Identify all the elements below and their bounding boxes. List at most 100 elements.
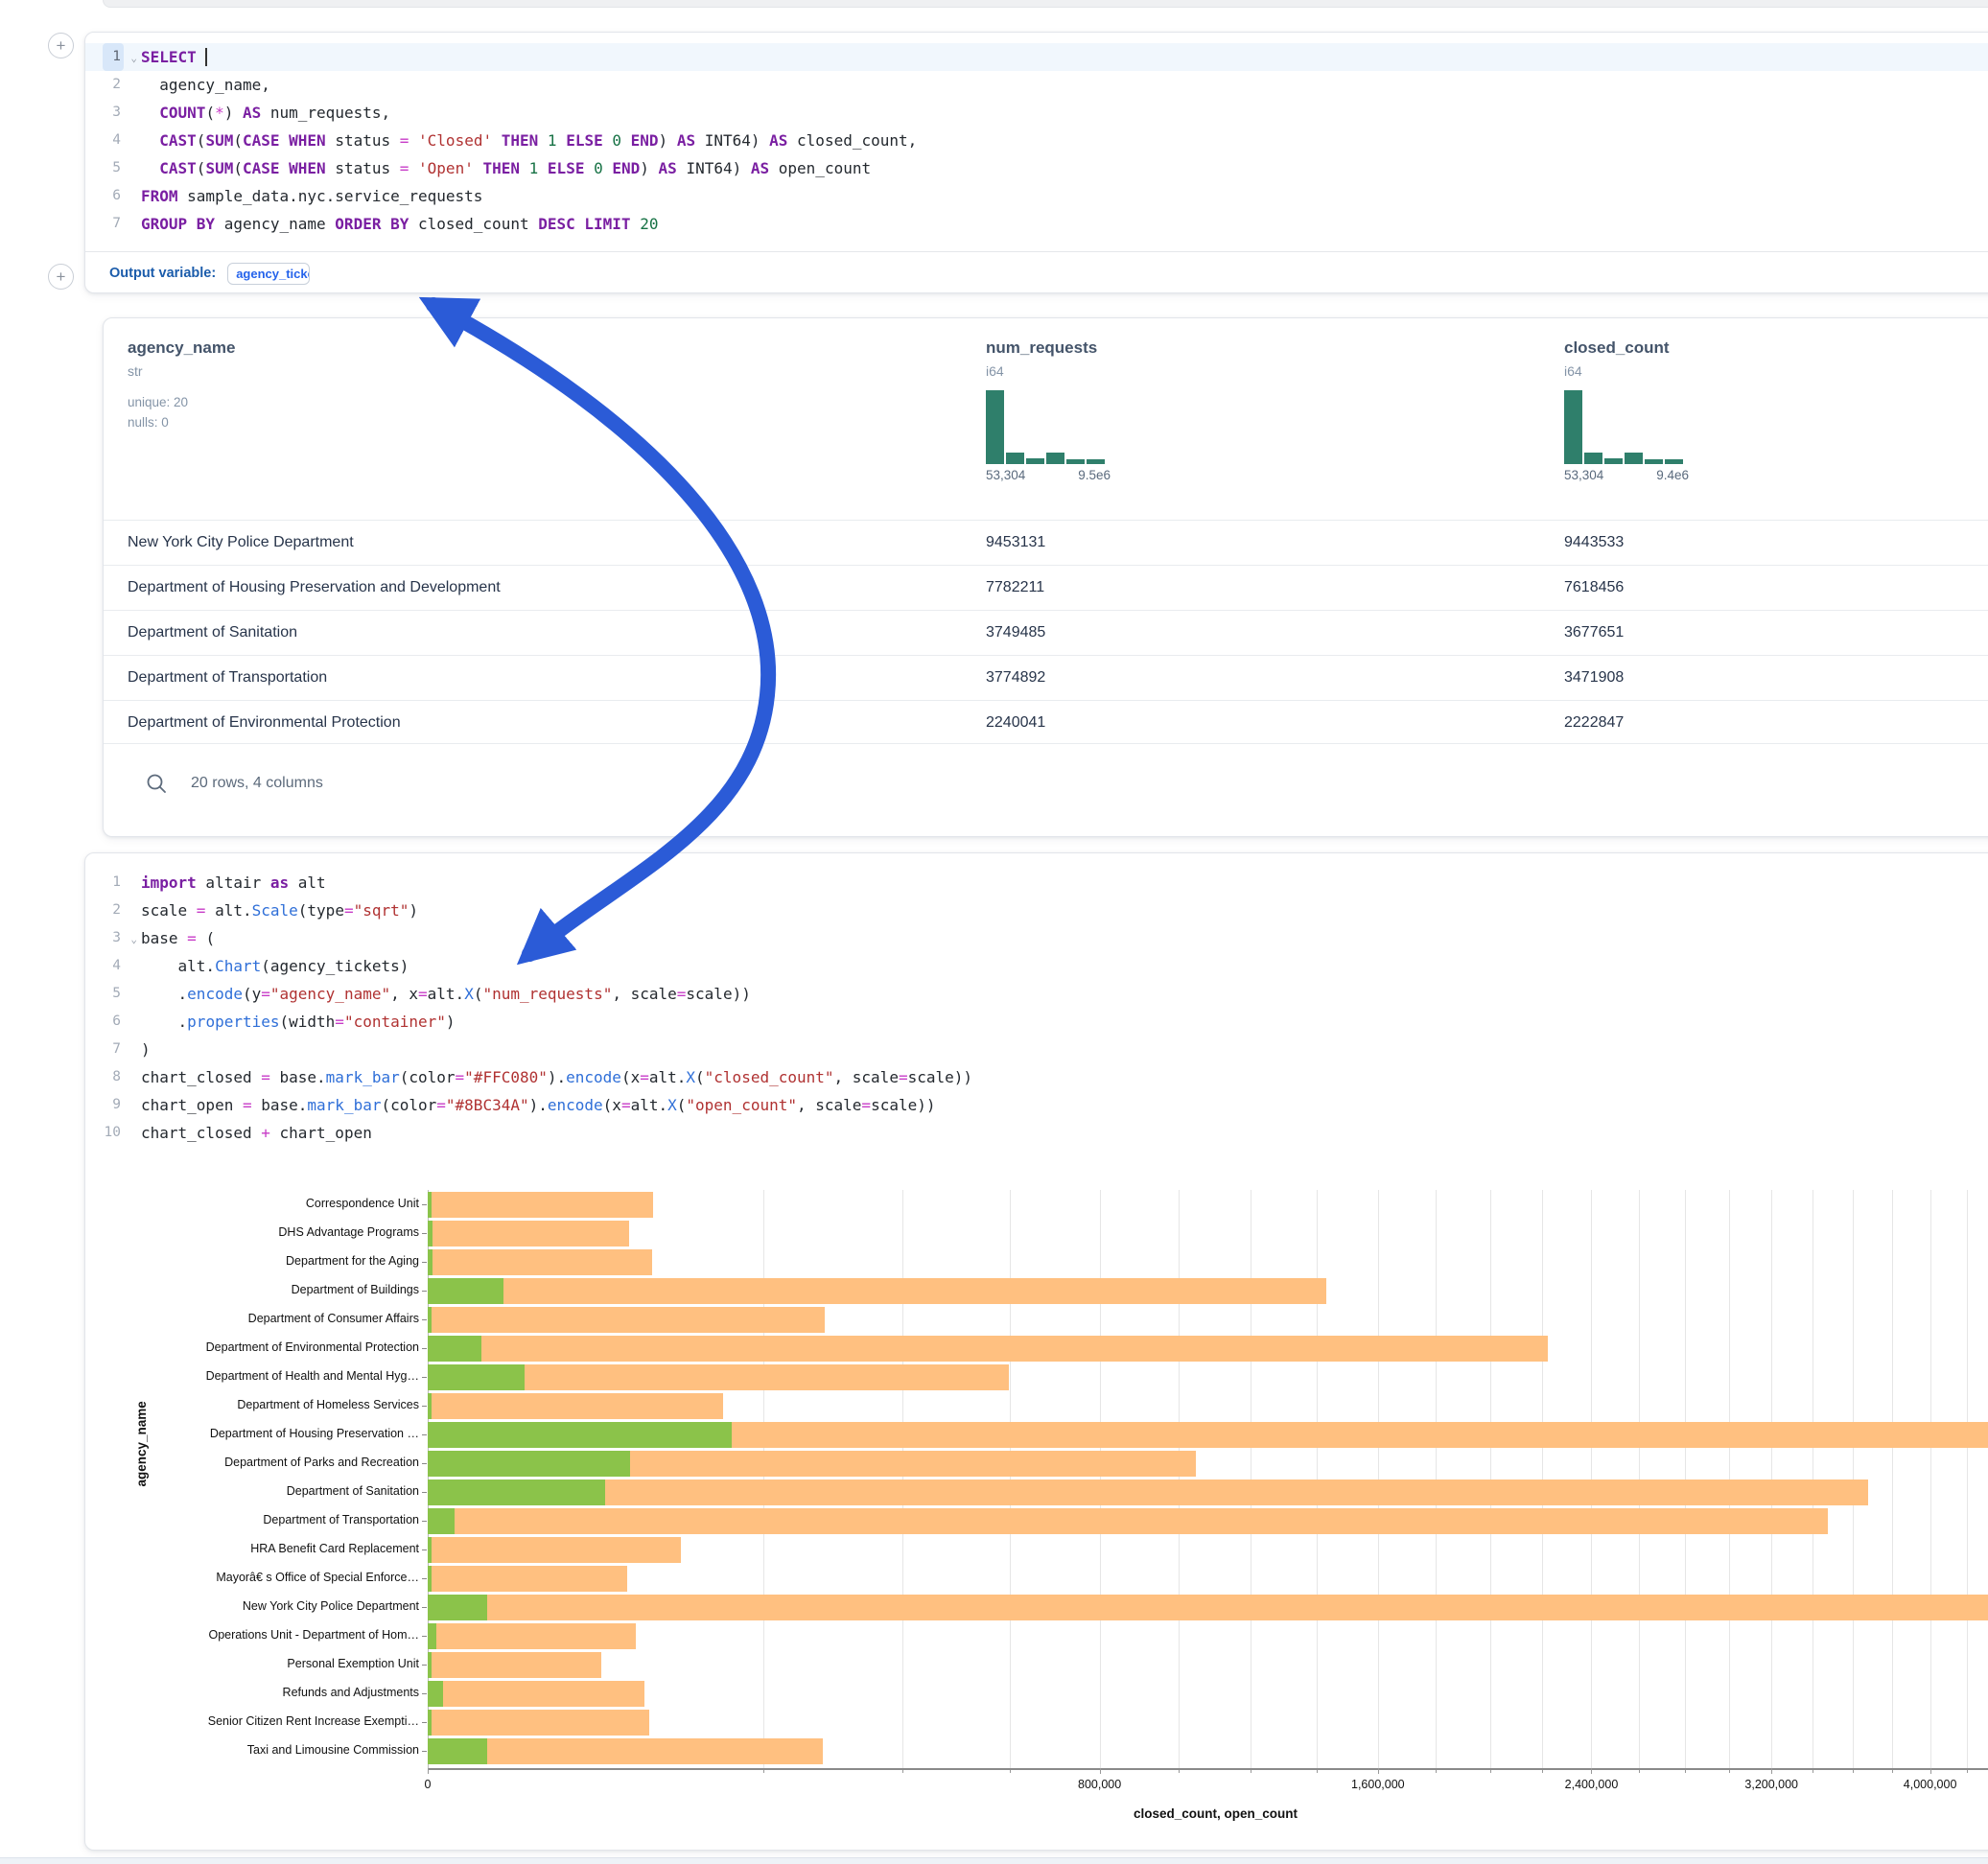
table-row[interactable]: Department of Housing Preservation and D… [104,565,1988,610]
code-text: CAST(SUM(CASE WHEN status = 'Open' THEN … [129,154,871,182]
bar-open-count[interactable] [428,1221,433,1247]
bar-closed-count[interactable] [428,1537,681,1563]
bar-open-count[interactable] [428,1480,605,1505]
table-row[interactable]: New York City Police Department945313194… [104,520,1988,565]
code-line[interactable]: 7GROUP BY agency_name ORDER BY closed_co… [85,210,1988,238]
x-axis-tick-label: 2,400,000 [1565,1778,1619,1791]
x-axis-tick [428,1768,429,1774]
bar-closed-count[interactable] [428,1221,629,1247]
y-axis-label: Correspondence Unit [85,1197,419,1210]
bar-open-count[interactable] [428,1508,455,1534]
bar-closed-count[interactable] [428,1307,825,1333]
text-cursor [205,48,207,66]
bar-open-count[interactable] [428,1192,432,1218]
output-variable-pill[interactable]: agency_tickets [227,263,310,285]
y-axis-tick [422,1492,427,1493]
bar-open-count[interactable] [428,1738,487,1764]
row-count-text: 20 rows, 4 columns [191,775,323,792]
y-axis-tick [422,1463,427,1464]
x-axis-tick [1591,1768,1592,1774]
table-cell: 3774892 [986,656,1045,700]
table-footer: 20 rows, 4 columns [104,743,1988,836]
y-axis-tick [422,1204,427,1205]
y-axis-label: Department of Health and Mental Hyg… [85,1369,419,1383]
add-block-button-top[interactable]: + [48,33,74,58]
bar-closed-count[interactable] [428,1393,723,1419]
table-cell: Department of Environmental Protection [128,701,401,745]
bar-closed-count[interactable] [428,1738,823,1764]
x-axis-line [428,1768,1988,1770]
code-line[interactable]: 1⌄SELECT [85,43,1988,71]
fold-chevron-icon: ⌄ [130,44,137,72]
bar-open-count[interactable] [428,1537,432,1563]
bar-closed-count[interactable] [428,1192,653,1218]
column-header-agency-name[interactable]: agency_name str unique: 20 nulls: 0 [128,338,235,432]
y-axis-tick [422,1406,427,1407]
column-header-num-requests[interactable]: num_requests i64 53,3049.5e6 [986,338,1111,482]
table-cell: 2240041 [986,701,1045,745]
y-axis-tick [422,1636,427,1637]
table-row[interactable]: Department of Environmental Protection 22… [104,700,1988,745]
bar-open-count[interactable] [428,1451,630,1477]
bar-open-count[interactable] [428,1623,436,1649]
next-cell-edge [0,1857,1988,1864]
x-axis-tick-label: 3,200,000 [1744,1778,1798,1791]
bar-closed-count[interactable] [428,1595,1988,1620]
code-line[interactable]: 6FROM sample_data.nyc.service_requests [85,182,1988,210]
bar-closed-count[interactable] [428,1249,652,1275]
y-axis-label: Taxi and Limousine Commission [85,1743,419,1757]
code-line[interactable]: 3 COUNT(*) AS num_requests, [85,99,1988,127]
y-axis-tick [422,1348,427,1349]
bar-open-count[interactable] [428,1278,503,1304]
bar-closed-count[interactable] [428,1652,601,1678]
bar-open-count[interactable] [428,1710,432,1736]
code-text: COUNT(*) AS num_requests, [129,99,390,127]
table-row[interactable]: Department of Transportation377489234719… [104,655,1988,700]
bar-open-count[interactable] [428,1681,443,1707]
table-cell: Department of Transportation [128,656,327,700]
bar-open-count[interactable] [428,1336,481,1362]
table-row[interactable]: Department of Sanitation37494853677651 [104,610,1988,655]
bar-closed-count[interactable] [428,1566,627,1592]
column-type: str [128,363,235,379]
bar-open-count[interactable] [428,1595,487,1620]
bar-closed-count[interactable] [428,1710,649,1736]
y-axis-label: Senior Citizen Rent Increase Exempti… [85,1714,419,1728]
y-axis-tick [422,1549,427,1550]
line-number: 7 [85,210,129,238]
column-header-closed-count[interactable]: closed_count i64 53,3049.4e6 [1564,338,1689,482]
bar-closed-count[interactable] [428,1480,1868,1505]
line-number: 5 [85,154,129,182]
code-line[interactable]: 4 CAST(SUM(CASE WHEN status = 'Closed' T… [85,127,1988,154]
table-cell: 3677651 [1564,611,1624,655]
bar-closed-count[interactable] [428,1336,1548,1362]
y-axis-tick [422,1722,427,1723]
bar-open-count[interactable] [428,1422,732,1448]
bar-closed-count[interactable] [428,1508,1828,1534]
x-axis-tick-label: 800,000 [1078,1778,1121,1791]
bar-open-count[interactable] [428,1393,432,1419]
bar-open-count[interactable] [428,1364,525,1390]
dataframe-output: agency_name str unique: 20 nulls: 0 num_… [103,317,1988,837]
bar-closed-count[interactable] [428,1681,644,1707]
sql-code-editor[interactable]: 1⌄SELECT 2 agency_name,3 COUNT(*) AS num… [85,33,1988,238]
table-cell: 7618456 [1564,566,1624,610]
code-line[interactable]: 5 CAST(SUM(CASE WHEN status = 'Open' THE… [85,154,1988,182]
add-block-button-output[interactable]: + [48,264,74,290]
column-meta: unique: 20 nulls: 0 [128,392,235,432]
bar-closed-count[interactable] [428,1278,1326,1304]
output-variable-label: Output variable: [109,266,216,281]
code-text: FROM sample_data.nyc.service_requests [129,182,482,210]
bar-closed-count[interactable] [428,1623,636,1649]
x-axis-tick-label: 4,000,000 [1904,1778,1957,1791]
bar-open-count[interactable] [428,1307,432,1333]
code-text: CAST(SUM(CASE WHEN status = 'Closed' THE… [129,127,917,154]
code-line[interactable]: 2 agency_name, [85,71,1988,99]
bar-open-count[interactable] [428,1652,432,1678]
search-icon[interactable] [146,773,167,794]
code-text: GROUP BY agency_name ORDER BY closed_cou… [129,210,658,238]
bar-open-count[interactable] [428,1249,433,1275]
bar-open-count[interactable] [428,1566,432,1592]
line-number: 3 [85,99,129,127]
histogram-range: 53,3049.4e6 [1564,468,1689,482]
